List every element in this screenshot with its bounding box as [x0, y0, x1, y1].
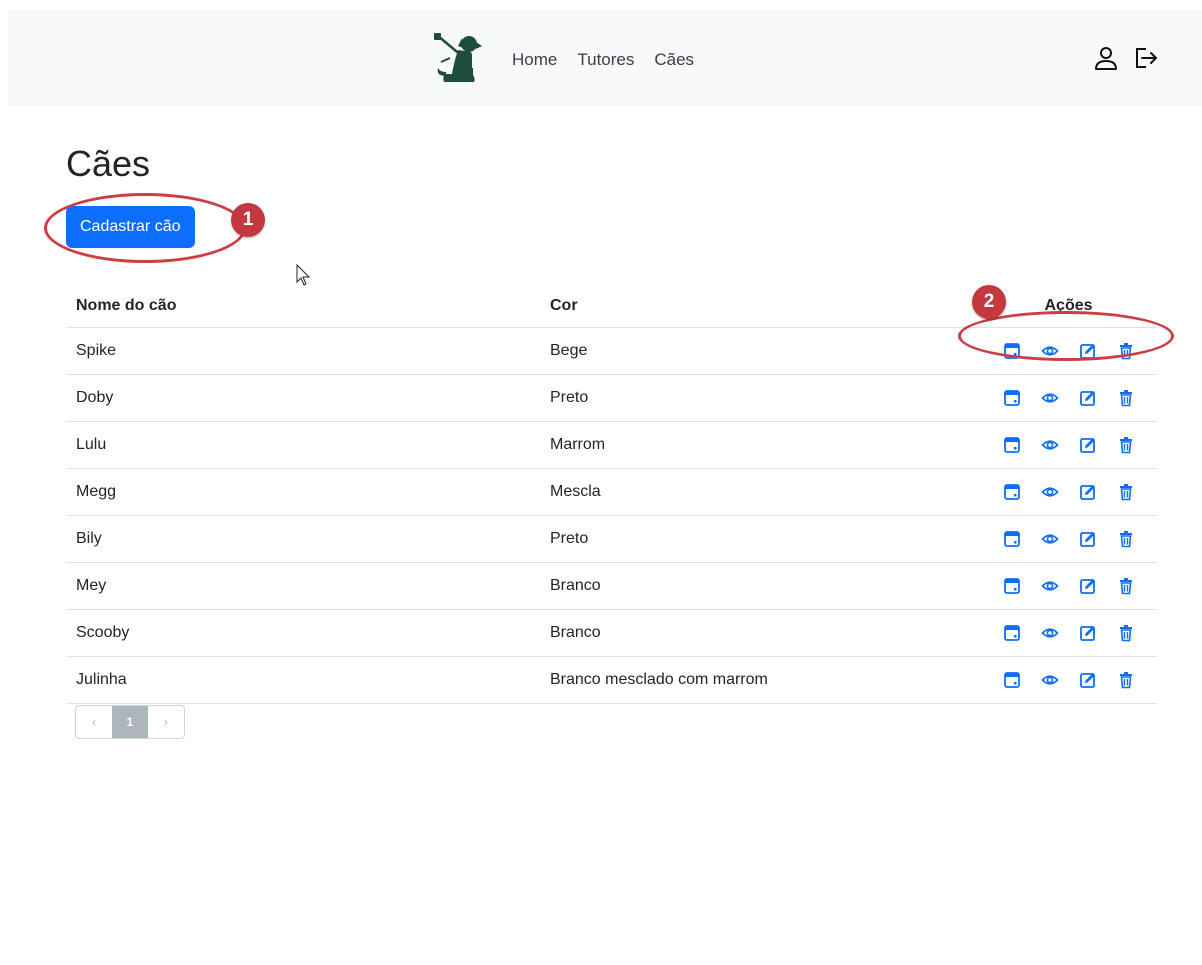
cell-dog-color: Mescla: [540, 468, 980, 516]
table-row: Bily Preto: [66, 515, 1157, 563]
nav-icons: [1092, 44, 1160, 72]
row-actions: [990, 624, 1147, 642]
edit-icon[interactable]: [1079, 483, 1097, 501]
cell-dog-name: Julinha: [66, 656, 540, 704]
eye-icon[interactable]: [1041, 342, 1059, 360]
trash-icon[interactable]: [1117, 671, 1135, 689]
trash-icon[interactable]: [1117, 342, 1135, 360]
eye-icon[interactable]: [1041, 624, 1059, 642]
header-name: Nome do cão: [66, 268, 540, 328]
cell-dog-color: Preto: [540, 374, 980, 422]
add-dog-button[interactable]: Cadastrar cão: [66, 206, 195, 248]
cell-actions: [980, 468, 1157, 516]
calendar-icon[interactable]: [1003, 577, 1021, 595]
table-body: Spike Bege Doby Preto Lulu Marrom Megg Mescla Bi…: [66, 327, 1157, 704]
nav-links: Home Tutores Cães: [502, 48, 704, 72]
table-row: Megg Mescla: [66, 468, 1157, 516]
table-row: Spike Bege: [66, 327, 1157, 375]
edit-icon[interactable]: [1079, 530, 1097, 548]
calendar-icon[interactable]: [1003, 436, 1021, 454]
user-icon[interactable]: [1092, 44, 1120, 72]
annotation-badge-2: 2: [972, 285, 1006, 319]
row-actions: [990, 342, 1147, 360]
cell-actions: [980, 327, 1157, 375]
edit-icon[interactable]: [1079, 577, 1097, 595]
edit-icon[interactable]: [1079, 624, 1097, 642]
table-row: Scooby Branco: [66, 609, 1157, 657]
row-actions: [990, 436, 1147, 454]
nav-link-tutores[interactable]: Tutores: [567, 48, 644, 72]
calendar-icon[interactable]: [1003, 389, 1021, 407]
dogs-table: Nome do cão Cor Ações Spike Bege Doby Preto…: [66, 268, 1157, 704]
table-row: Julinha Branco mesclado com marrom: [66, 656, 1157, 704]
trash-icon[interactable]: [1117, 577, 1135, 595]
edit-icon[interactable]: [1079, 342, 1097, 360]
nav-link-home[interactable]: Home: [502, 48, 567, 72]
cell-actions: [980, 609, 1157, 657]
eye-icon[interactable]: [1041, 671, 1059, 689]
cell-dog-name: Doby: [66, 374, 540, 422]
cell-actions: [980, 421, 1157, 469]
row-actions: [990, 577, 1147, 595]
row-actions: [990, 389, 1147, 407]
cell-dog-color: Bege: [540, 327, 980, 375]
calendar-icon[interactable]: [1003, 342, 1021, 360]
table-row: Lulu Marrom: [66, 421, 1157, 469]
edit-icon[interactable]: [1079, 436, 1097, 454]
trash-icon[interactable]: [1117, 483, 1135, 501]
cell-dog-name: Scooby: [66, 609, 540, 657]
cell-dog-color: Preto: [540, 515, 980, 563]
pagination-page-1[interactable]: 1: [112, 706, 148, 738]
annotation-badge-1: 1: [231, 203, 265, 237]
table-row: Doby Preto: [66, 374, 1157, 422]
row-actions: [990, 671, 1147, 689]
header-actions: Ações: [980, 268, 1157, 328]
cell-dog-name: Spike: [66, 327, 540, 375]
table-row: Mey Branco: [66, 562, 1157, 610]
calendar-icon[interactable]: [1003, 483, 1021, 501]
page-title: Cães: [66, 143, 151, 184]
row-actions: [990, 483, 1147, 501]
cell-actions: [980, 374, 1157, 422]
cell-dog-name: Lulu: [66, 421, 540, 469]
row-actions: [990, 530, 1147, 548]
navbar: Home Tutores Cães: [8, 10, 1202, 106]
pagination: ‹ 1 ›: [75, 705, 185, 739]
trash-icon[interactable]: [1117, 436, 1135, 454]
logout-icon[interactable]: [1132, 44, 1160, 72]
trash-icon[interactable]: [1117, 624, 1135, 642]
calendar-icon[interactable]: [1003, 530, 1021, 548]
pagination-prev[interactable]: ‹: [76, 706, 112, 738]
cell-dog-color: Branco mesclado com marrom: [540, 656, 980, 704]
trash-icon[interactable]: [1117, 389, 1135, 407]
edit-icon[interactable]: [1079, 671, 1097, 689]
edit-icon[interactable]: [1079, 389, 1097, 407]
pagination-next[interactable]: ›: [148, 706, 184, 738]
cell-dog-color: Branco: [540, 562, 980, 610]
cell-dog-color: Branco: [540, 609, 980, 657]
trash-icon[interactable]: [1117, 530, 1135, 548]
cell-actions: [980, 562, 1157, 610]
cell-dog-color: Marrom: [540, 421, 980, 469]
cell-dog-name: Megg: [66, 468, 540, 516]
dog-logo-icon[interactable]: [432, 32, 484, 86]
calendar-icon[interactable]: [1003, 671, 1021, 689]
cell-dog-name: Bily: [66, 515, 540, 563]
header-color: Cor: [540, 268, 980, 328]
eye-icon[interactable]: [1041, 483, 1059, 501]
eye-icon[interactable]: [1041, 436, 1059, 454]
eye-icon[interactable]: [1041, 389, 1059, 407]
eye-icon[interactable]: [1041, 577, 1059, 595]
calendar-icon[interactable]: [1003, 624, 1021, 642]
cell-actions: [980, 656, 1157, 704]
eye-icon[interactable]: [1041, 530, 1059, 548]
cell-dog-name: Mey: [66, 562, 540, 610]
cell-actions: [980, 515, 1157, 563]
nav-link-caes[interactable]: Cães: [644, 48, 704, 72]
